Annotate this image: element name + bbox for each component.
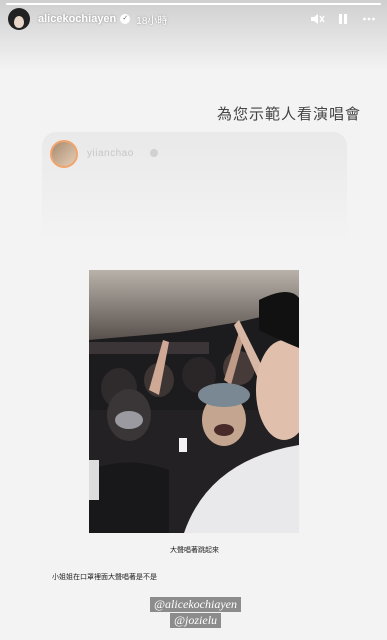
- verified-badge-icon: [150, 149, 158, 157]
- story-progress-fill: [6, 3, 381, 5]
- shared-post-card[interactable]: yiianchao: [42, 132, 347, 240]
- shared-post-username: yiianchao: [87, 148, 134, 159]
- photo-caption: 大聲唱著跳起來: [170, 547, 219, 554]
- story-progress-bar: [6, 3, 381, 5]
- more-icon[interactable]: [359, 9, 379, 29]
- story-time-ago: 18小時: [136, 15, 168, 27]
- speaker-muted-icon[interactable]: [307, 9, 327, 29]
- story-caption-title: 為您示範人看演唱會: [216, 105, 361, 123]
- shared-post-avatar: [50, 140, 78, 168]
- story-username[interactable]: alicekochiayen: [38, 13, 116, 25]
- verified-badge-icon: ✓: [120, 14, 131, 24]
- story-header: alicekochiayen ✓ 18小時: [8, 7, 379, 31]
- mention-tag[interactable]: @alicekochiayen: [150, 597, 241, 612]
- concert-photo: [89, 270, 299, 533]
- mention-tag[interactable]: @jozielu: [170, 613, 222, 628]
- story-note-text: 小姐姐在口罩裡面大聲唱著是不是: [52, 574, 157, 581]
- avatar[interactable]: [8, 8, 30, 30]
- pause-icon[interactable]: [333, 9, 353, 29]
